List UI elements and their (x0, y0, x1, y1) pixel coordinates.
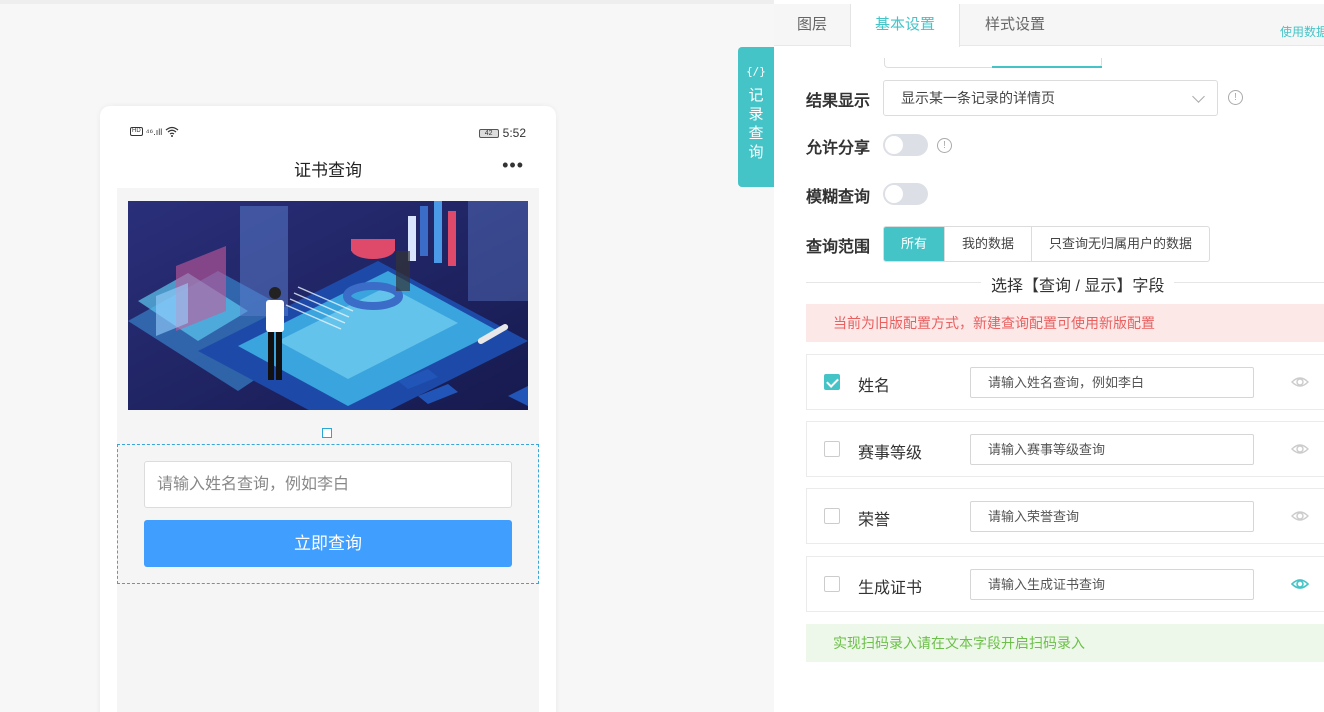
field-row: 姓名 请输入姓名查询，例如李白 (806, 354, 1324, 410)
field-placeholder-input[interactable]: 请输入生成证书查询 (970, 569, 1254, 600)
field-placeholder-input[interactable]: 请输入姓名查询，例如李白 (970, 367, 1254, 398)
field-name: 生成证书 (858, 580, 923, 597)
carousel-indicator[interactable] (322, 428, 332, 438)
tab-bar: 图层 基本设置 样式设置 使用数据 (774, 4, 1324, 47)
wifi-icon (165, 126, 179, 137)
eye-icon[interactable] (1291, 440, 1309, 458)
field-checkbox[interactable] (824, 508, 840, 524)
scope-option-mine[interactable]: 我的数据 (944, 227, 1031, 261)
field-checkbox[interactable] (824, 576, 840, 592)
field-row: 赛事等级 请输入赛事等级查询 (806, 421, 1324, 477)
field-name: 荣誉 (858, 512, 891, 529)
tab-basic-settings[interactable]: 基本设置 (850, 4, 960, 47)
search-button[interactable]: 立即查询 (144, 520, 512, 567)
search-input[interactable]: 请输入姓名查询，例如李白 (144, 461, 512, 508)
field-placeholder-input[interactable]: 请输入赛事等级查询 (970, 434, 1254, 465)
battery-icon: 42 (478, 128, 499, 138)
status-bar: HD ⁴⁶.ıll 42 5:52 (130, 126, 526, 140)
tab-layers[interactable]: 图层 (774, 4, 850, 46)
settings-panel: 图层 基本设置 样式设置 使用数据 结果显示 显示某一条记录的详情页 ! 允许分… (774, 0, 1324, 712)
field-name: 赛事等级 (858, 445, 923, 462)
legacy-config-warning: 当前为旧版配置方式，新建查询配置可使用新版配置 (806, 304, 1324, 342)
eye-icon[interactable] (1291, 507, 1309, 525)
scan-input-tip: 实现扫码录入请在文本字段开启扫码录入 (806, 624, 1324, 662)
phone-preview: HD ⁴⁶.ıll 42 5:52 证书查询 ••• 请输入姓名查询，例如李白 … (100, 106, 556, 712)
fuzzy-query-toggle[interactable] (883, 183, 928, 205)
result-display-select[interactable]: 显示某一条记录的详情页 (883, 80, 1218, 116)
eye-icon[interactable] (1291, 373, 1309, 391)
field-checkbox[interactable] (824, 441, 840, 457)
use-data-link[interactable]: 使用数据 (1280, 23, 1324, 40)
page-title: 证书查询 (294, 161, 362, 180)
scope-option-all[interactable]: 所有 (884, 227, 945, 261)
signal-icon: ⁴⁶.ıll (145, 126, 163, 137)
code-icon: {/} (746, 65, 766, 78)
collapsed-section-edge (884, 58, 1102, 68)
scope-option-unowned[interactable]: 只查询无归属用户的数据 (1031, 227, 1209, 261)
result-display-value: 显示某一条记录的详情页 (901, 90, 1055, 106)
hd-icon: HD (130, 127, 143, 136)
record-query-tab[interactable]: {/} 记录查询 (738, 47, 774, 187)
allow-share-toggle[interactable] (883, 134, 928, 156)
info-icon[interactable]: ! (1228, 90, 1243, 105)
more-dots-icon[interactable]: ••• (502, 156, 524, 174)
record-query-label: 记录查询 (748, 87, 764, 161)
phone-content: 请输入姓名查询，例如李白 立即查询 (117, 188, 539, 712)
search-form[interactable]: 请输入姓名查询，例如李白 立即查询 (117, 444, 539, 584)
info-icon[interactable]: ! (937, 138, 952, 153)
tab-style-settings[interactable]: 样式设置 (960, 4, 1070, 46)
field-name: 姓名 (858, 378, 891, 395)
eye-icon[interactable] (1291, 575, 1309, 593)
field-row: 荣誉 请输入荣誉查询 (806, 488, 1324, 544)
field-checkbox[interactable] (824, 374, 840, 390)
banner-image (128, 201, 528, 410)
query-scope-options: 所有 我的数据 只查询无归属用户的数据 (883, 226, 1211, 262)
result-display-label: 结果显示 (806, 93, 871, 110)
allow-share-label: 允许分享 (806, 140, 871, 157)
query-scope-label: 查询范围 (806, 239, 871, 256)
field-placeholder-input[interactable]: 请输入荣誉查询 (970, 501, 1254, 532)
status-time: 5:52 (502, 126, 526, 140)
chevron-down-icon (1192, 90, 1205, 103)
fields-section-title: 选择【查询 / 显示】字段 (981, 272, 1175, 296)
field-row: 生成证书 请输入生成证书查询 (806, 556, 1324, 612)
fuzzy-query-label: 模糊查询 (806, 189, 871, 206)
